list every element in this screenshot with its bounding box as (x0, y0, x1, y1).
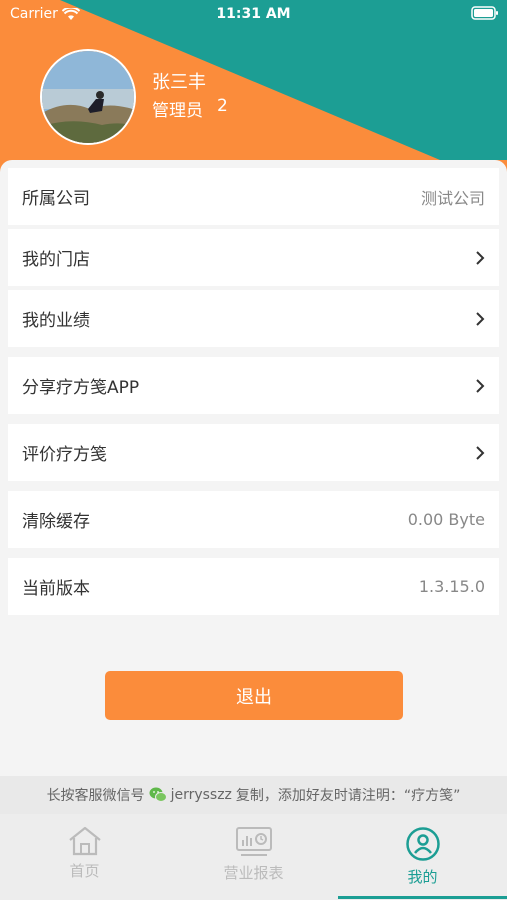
menu-row-my-stores[interactable]: 我的门店 (8, 229, 499, 286)
menu-label: 我的业绩 (22, 311, 90, 331)
cache-size-value: 0.00 Byte (407, 510, 485, 529)
company-value: 测试公司 (420, 188, 485, 208)
menu-row-company: 所属公司 测试公司 (8, 168, 499, 225)
battery-icon (471, 6, 498, 20)
menu-row-clear-cache[interactable]: 清除缓存 0.00 Byte (8, 491, 499, 548)
chevron-right-icon (476, 378, 485, 393)
menu-label: 评价疗方笺 (22, 445, 107, 465)
logout-button[interactable]: 退出 (105, 671, 403, 720)
menu-row-share-app[interactable]: 分享疗方笺APP (8, 357, 499, 414)
menu-label: 所属公司 (22, 189, 90, 209)
tab-label: 营业报表 (223, 864, 284, 882)
avatar[interactable] (40, 49, 136, 145)
version-value: 1.3.15.0 (418, 577, 485, 596)
menu-row-version: 当前版本 1.3.15.0 (8, 558, 499, 615)
tab-label: 我的 (407, 868, 438, 886)
menu-label: 分享疗方笺APP (22, 378, 140, 398)
user-role: 管理员 (152, 101, 203, 121)
chevron-right-icon (476, 311, 485, 326)
tab-bar: 首页 营业报表 我的 (0, 814, 507, 900)
wechat-id[interactable]: jerrysszz (171, 787, 232, 803)
user-role-line: 管理员 2 (152, 96, 228, 121)
chevron-right-icon (476, 250, 485, 265)
menu-label: 当前版本 (22, 579, 90, 599)
profile-icon (405, 827, 440, 861)
home-icon (68, 826, 101, 856)
tab-mine[interactable]: 我的 (338, 814, 507, 900)
menu-label: 清除缓存 (22, 512, 90, 532)
report-icon (235, 827, 272, 856)
menu-row-rate-app[interactable]: 评价疗方笺 (8, 424, 499, 481)
status-bar: Carrier 11:31 AM (0, 0, 507, 28)
chevron-right-icon (476, 445, 485, 460)
menu-label: 我的门店 (22, 250, 90, 270)
status-time: 11:31 AM (216, 6, 291, 22)
avatar-photo (42, 51, 134, 143)
user-level: 2 (217, 96, 228, 116)
user-name: 张三丰 (152, 72, 206, 93)
tab-label: 首页 (69, 862, 100, 880)
wechat-notice[interactable]: 长按客服微信号 jerrysszz 复制，添加好友时请注明：“疗方笺” (0, 776, 507, 814)
tab-report[interactable]: 营业报表 (169, 814, 338, 900)
notice-prefix: 长按客服微信号 (46, 788, 145, 804)
tab-home[interactable]: 首页 (0, 814, 169, 900)
wechat-icon (149, 787, 167, 802)
active-tab-indicator (338, 896, 507, 899)
notice-suffix: 复制，添加好友时请注明：“疗方笺” (235, 788, 461, 804)
menu-row-my-performance[interactable]: 我的业绩 (8, 290, 499, 347)
